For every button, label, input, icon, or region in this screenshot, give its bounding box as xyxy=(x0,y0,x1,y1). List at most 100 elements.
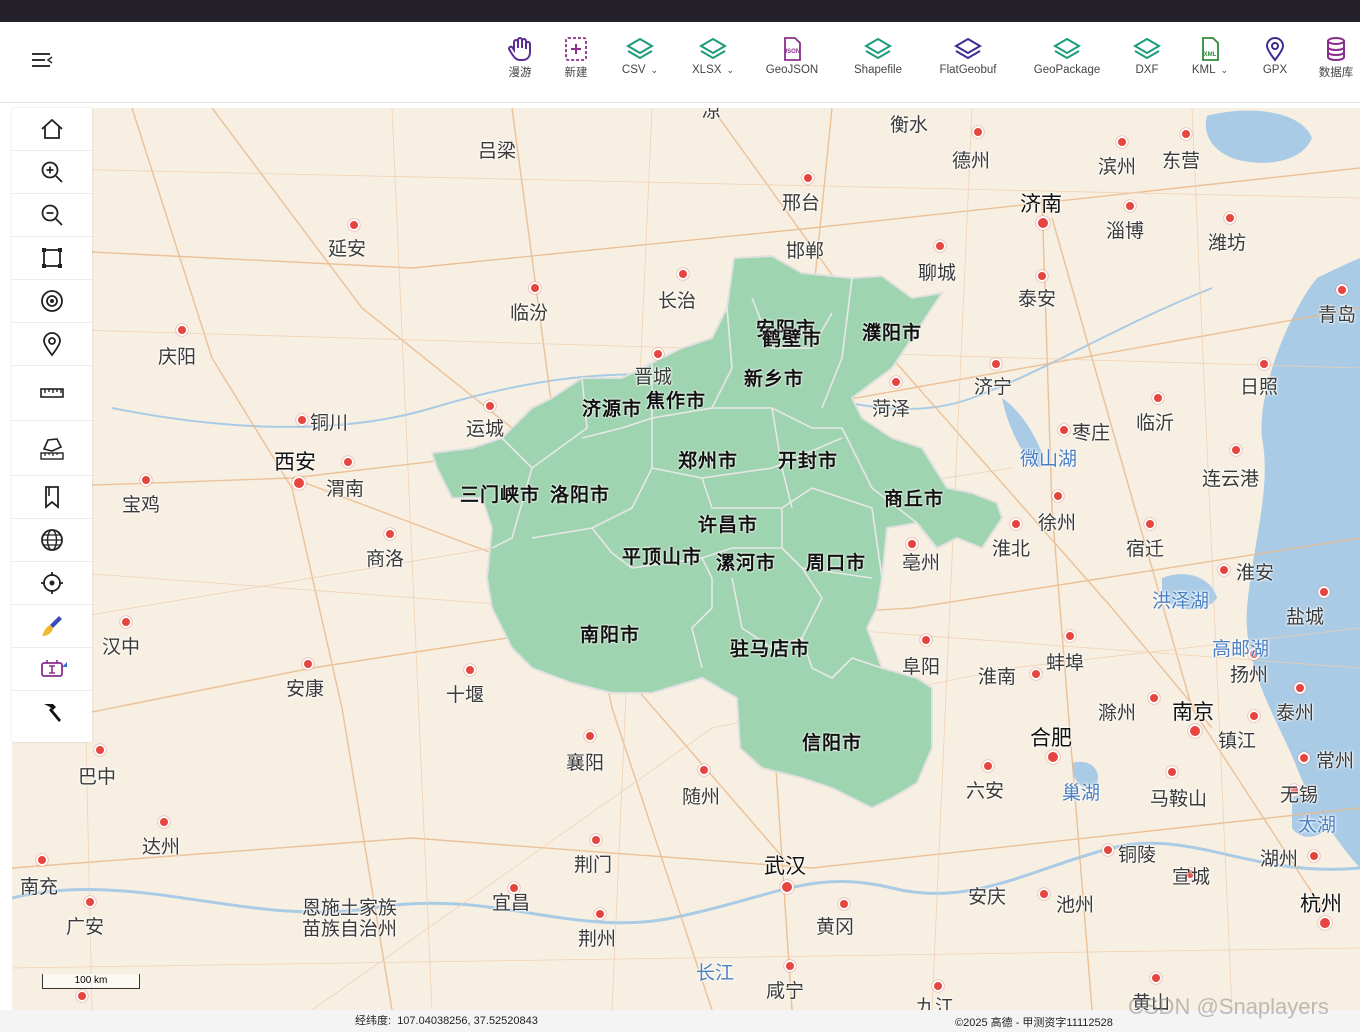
city-label: 潍坊 xyxy=(1208,232,1247,254)
city-marker xyxy=(1166,766,1178,778)
city-label: 商洛 xyxy=(366,548,405,570)
city-label: 随州 xyxy=(682,786,721,808)
city-marker xyxy=(1224,212,1236,224)
pan-button[interactable]: 漫游 xyxy=(504,36,536,84)
city-marker xyxy=(348,219,360,231)
prefecture-label: 平顶山市 xyxy=(622,546,703,568)
city-marker xyxy=(1180,128,1192,140)
city-marker xyxy=(1308,850,1320,862)
city-label: 扬州 xyxy=(1230,664,1269,686)
city-label: 襄阳 xyxy=(566,752,605,774)
city-label: 泰州 xyxy=(1276,702,1315,724)
city-label: 淮安 xyxy=(1236,562,1275,584)
city-marker xyxy=(934,240,946,252)
zoom-out-button[interactable] xyxy=(12,194,92,237)
city-label: 湖州 xyxy=(1260,848,1299,870)
locate-button[interactable] xyxy=(12,562,92,605)
city-marker xyxy=(1144,518,1156,530)
layers-icon xyxy=(1053,37,1081,60)
city-marker xyxy=(140,474,152,486)
ui-tool-button[interactable] xyxy=(12,648,92,691)
location-button[interactable] xyxy=(12,323,92,366)
city-marker xyxy=(464,664,476,676)
prefecture-label: 南阳市 xyxy=(580,624,641,646)
city-label: 泰安 xyxy=(1018,288,1057,310)
flatgeobuf-button[interactable]: FlatGeobuf xyxy=(934,36,1002,84)
globe-button[interactable] xyxy=(12,519,92,562)
map-copyright: ©2025 高德 - 甲测资字11112528 xyxy=(955,1017,1113,1029)
tool-label: 新建 xyxy=(564,67,588,79)
measure-distance-button[interactable] xyxy=(12,366,92,421)
city-marker xyxy=(94,744,106,756)
gpx-button[interactable]: GPX xyxy=(1260,36,1290,84)
geojson-button[interactable]: JSON GeoJSON xyxy=(764,36,820,84)
menu-icon xyxy=(32,53,53,67)
geopackage-button[interactable]: GeoPackage xyxy=(1030,36,1104,84)
kml-button[interactable]: XML KML ⌄ xyxy=(1188,36,1232,84)
city-label: 阜阳 xyxy=(902,656,941,678)
home-button[interactable] xyxy=(12,108,92,151)
city-label: 九江 xyxy=(916,996,955,1010)
city-marker xyxy=(590,834,602,846)
city-marker xyxy=(1058,424,1070,436)
city-marker xyxy=(384,528,396,540)
shapefile-button[interactable]: Shapefile xyxy=(850,36,906,84)
city-marker xyxy=(990,358,1002,370)
city-label: 广安 xyxy=(66,916,105,938)
clear-button[interactable] xyxy=(12,605,92,648)
zoom-in-button[interactable] xyxy=(12,151,92,194)
city-marker xyxy=(1064,630,1076,642)
city-label: 蚌埠 xyxy=(1046,652,1085,674)
city-marker xyxy=(1152,392,1164,404)
csv-button[interactable]: CSV ⌄ xyxy=(618,36,662,84)
city-label: 微山湖 xyxy=(1020,448,1078,470)
city-label: 连云港 xyxy=(1202,468,1260,490)
target-button[interactable] xyxy=(12,280,92,323)
menu-collapse-button[interactable] xyxy=(30,50,56,72)
city-label: 临沂 xyxy=(1136,412,1175,434)
city-marker xyxy=(780,880,794,894)
xlsx-button[interactable]: XLSX ⌄ xyxy=(688,36,738,84)
svg-text:XML: XML xyxy=(1204,52,1217,58)
hammer-icon xyxy=(44,704,61,722)
city-label: 马鞍山 xyxy=(1150,788,1208,810)
city-label: 运城 xyxy=(466,418,505,440)
bookmark-button[interactable] xyxy=(12,476,92,519)
prefecture-label: 驻马店市 xyxy=(730,638,811,660)
city-label: 淮北 xyxy=(992,538,1031,560)
measure-area-button[interactable] xyxy=(12,421,92,476)
city-label: 南京 xyxy=(1172,700,1214,724)
city-label: 安康 xyxy=(286,678,325,700)
globe-icon xyxy=(41,529,63,551)
layers-icon xyxy=(864,37,892,60)
new-button[interactable]: 新建 xyxy=(562,36,590,84)
prefecture-label: 信阳市 xyxy=(802,732,863,754)
map-canvas[interactable]: 凉 吕梁 衡水 德州 滨州 东营 济南 邢台 淄博 潍坊 延安 邯郸 聊城 临汾… xyxy=(12,108,1360,1010)
layers-icon xyxy=(626,37,654,60)
city-marker xyxy=(784,960,796,972)
prefecture-label: 许昌市 xyxy=(698,514,759,536)
city-label: 西安 xyxy=(274,450,316,474)
database-button[interactable]: 数据库 xyxy=(1316,36,1356,84)
target-icon xyxy=(41,290,63,312)
prefecture-label: 济源市 xyxy=(582,398,643,420)
city-marker xyxy=(296,414,308,426)
city-marker xyxy=(920,634,932,646)
dxf-button[interactable]: DXF xyxy=(1132,36,1162,84)
city-label: 高邮湖 xyxy=(1212,638,1270,660)
tool-label: Shapefile xyxy=(854,64,902,76)
watermark: CSDN @Snaplayers xyxy=(1128,994,1329,1019)
city-marker xyxy=(1318,916,1332,930)
city-label: 枣庄 xyxy=(1072,422,1111,444)
city-label: 聊城 xyxy=(918,262,957,284)
extent-button[interactable] xyxy=(12,237,92,280)
tool-label: DXF xyxy=(1135,64,1159,76)
city-label: 达州 xyxy=(142,836,181,858)
city-label: 太湖 xyxy=(1298,814,1337,836)
tools-button[interactable] xyxy=(12,691,92,733)
window-titlebar xyxy=(0,0,1360,22)
tool-label: KML xyxy=(1191,64,1216,76)
city-marker xyxy=(1318,586,1330,598)
city-label: 德州 xyxy=(952,150,991,172)
city-label: 滨州 xyxy=(1098,156,1137,178)
